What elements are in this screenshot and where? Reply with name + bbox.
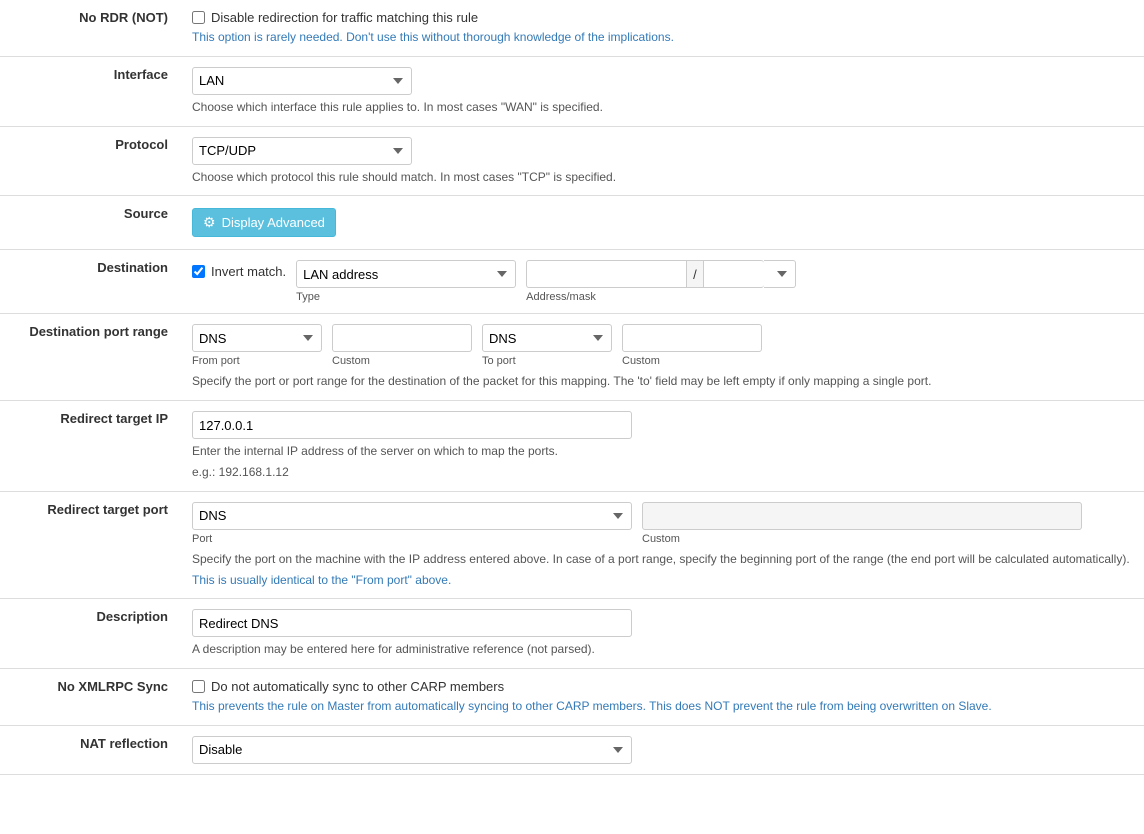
no-xmlrpc-checkbox[interactable]: [192, 680, 205, 693]
redirect-ip-help1: Enter the internal IP address of the ser…: [192, 443, 1132, 460]
from-port-custom-input[interactable]: [332, 324, 472, 352]
to-port-select[interactable]: DNS HTTP HTTPS Custom: [482, 324, 612, 352]
display-advanced-label: Display Advanced: [222, 215, 325, 230]
interface-help: Choose which interface this rule applies…: [192, 99, 1132, 116]
protocol-select[interactable]: TCP/UDP TCP UDP ICMP: [192, 137, 412, 165]
no-rdr-checkbox-label: Disable redirection for traffic matching…: [211, 10, 478, 25]
description-help: A description may be entered here for ad…: [192, 641, 1132, 658]
destination-mask-input[interactable]: [704, 260, 764, 288]
redirect-port-select[interactable]: DNS HTTP HTTPS Custom: [192, 502, 632, 530]
redirect-port-label: Redirect target port: [0, 491, 180, 599]
no-xmlrpc-help: This prevents the rule on Master from au…: [192, 698, 1132, 715]
description-label: Description: [0, 599, 180, 669]
destination-type-select[interactable]: LAN address WAN address any Single host …: [296, 260, 516, 288]
nat-reflection-label: NAT reflection: [0, 725, 180, 774]
destination-address-label: Address/mask: [526, 291, 796, 303]
dest-port-range-label: Destination port range: [0, 314, 180, 401]
no-xmlrpc-label: No XMLRPC Sync: [0, 669, 180, 726]
interface-select[interactable]: LAN WAN LAN2 OPT1: [192, 67, 412, 95]
destination-address-input[interactable]: [526, 260, 686, 288]
no-rdr-label: No RDR (NOT): [0, 0, 180, 56]
protocol-label: Protocol: [0, 126, 180, 196]
from-port-label: From port: [192, 355, 322, 367]
gear-icon: ⚙: [203, 214, 216, 231]
destination-mask-select[interactable]: [764, 260, 796, 288]
redirect-port-help1: Specify the port on the machine with the…: [192, 551, 1132, 568]
dest-port-help: Specify the port or port range for the d…: [192, 373, 1132, 390]
to-port-label: To port: [482, 355, 612, 367]
destination-invert-checkbox[interactable]: [192, 265, 205, 278]
nat-reflection-select[interactable]: Disable Enable (NAT + Proxy) Enable (Pur…: [192, 736, 632, 764]
destination-label: Destination: [0, 250, 180, 314]
redirect-port-custom-label: Custom: [642, 533, 1082, 545]
source-label: Source: [0, 196, 180, 250]
interface-label: Interface: [0, 56, 180, 126]
slash-separator: /: [686, 260, 704, 288]
redirect-ip-help2: e.g.: 192.168.1.12: [192, 464, 1132, 481]
redirect-port-label-sub: Port: [192, 533, 632, 545]
to-port-custom-input[interactable]: [622, 324, 762, 352]
display-advanced-button[interactable]: ⚙ Display Advanced: [192, 208, 336, 237]
protocol-help: Choose which protocol this rule should m…: [192, 169, 1132, 186]
no-rdr-checkbox[interactable]: [192, 11, 205, 24]
no-xmlrpc-checkbox-label: Do not automatically sync to other CARP …: [211, 679, 504, 694]
redirect-ip-label: Redirect target IP: [0, 401, 180, 492]
address-mask-group: /: [526, 260, 796, 288]
redirect-port-help2: This is usually identical to the "From p…: [192, 572, 1132, 589]
destination-type-label: Type: [296, 291, 516, 303]
redirect-ip-input[interactable]: [192, 411, 632, 439]
no-rdr-help: This option is rarely needed. Don't use …: [192, 29, 1132, 46]
destination-invert-label: Invert match.: [211, 264, 286, 279]
from-port-select[interactable]: DNS HTTP HTTPS Custom: [192, 324, 322, 352]
redirect-port-custom-input[interactable]: [642, 502, 1082, 530]
from-port-custom-label: Custom: [332, 355, 472, 367]
to-port-custom-label: Custom: [622, 355, 762, 367]
description-input[interactable]: [192, 609, 632, 637]
